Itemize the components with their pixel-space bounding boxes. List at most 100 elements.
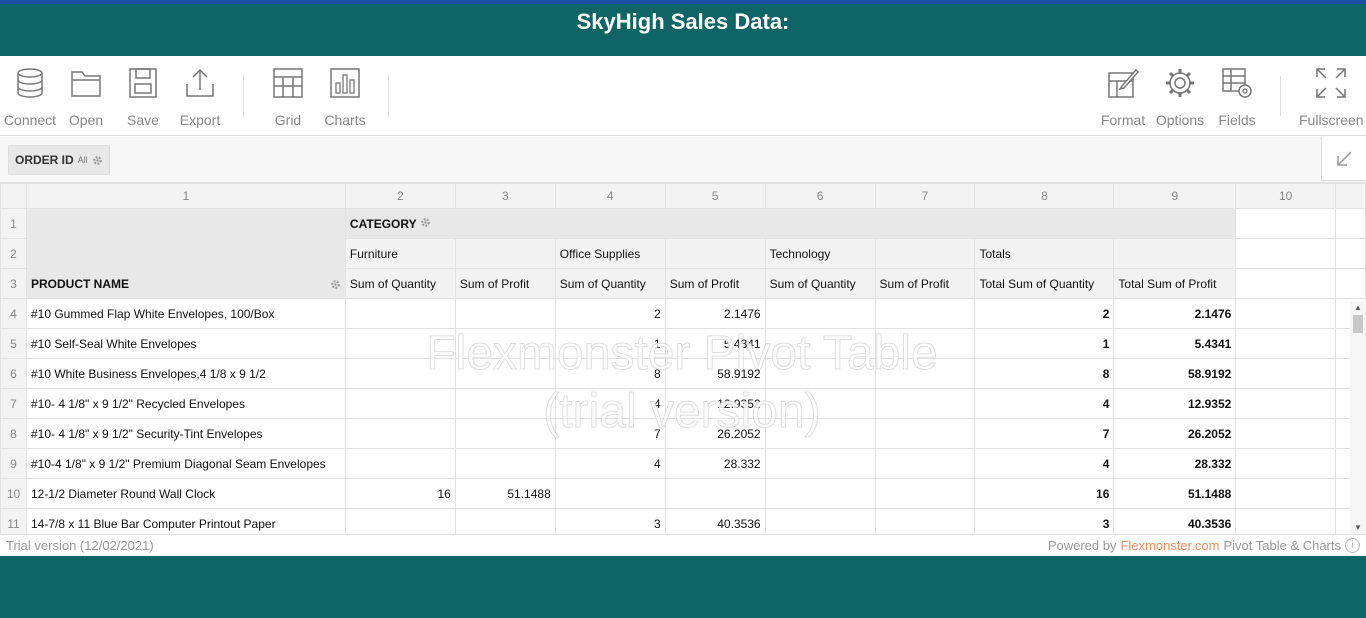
value-cell[interactable]: 16 [344, 478, 456, 509]
charts-button[interactable]: Charts [315, 66, 375, 128]
value-cell[interactable] [454, 298, 556, 329]
value-cell[interactable]: 28.332 [1113, 448, 1237, 479]
column-header[interactable]: 6 [764, 183, 876, 209]
value-cell[interactable]: 28.332 [664, 448, 766, 479]
value-cell[interactable] [344, 448, 456, 479]
value-cell[interactable] [454, 508, 556, 534]
value-cell[interactable] [344, 418, 456, 449]
column-header[interactable]: 10 [1235, 183, 1337, 209]
value-cell[interactable]: 58.9192 [664, 358, 766, 389]
info-icon[interactable]: i [1345, 538, 1360, 553]
value-cell[interactable] [344, 298, 456, 329]
grid-button[interactable]: Grid [258, 66, 318, 128]
value-cell[interactable] [764, 478, 876, 509]
flexmonster-link[interactable]: Flexmonster.com [1120, 538, 1219, 553]
scrollbar-thumb[interactable] [1353, 315, 1363, 333]
value-cell[interactable] [764, 508, 876, 534]
column-header[interactable]: 8 [974, 183, 1115, 209]
value-cell[interactable] [764, 298, 876, 329]
collapse-button[interactable] [1321, 137, 1366, 181]
value-cell[interactable]: 12.9352 [664, 388, 766, 419]
value-cell[interactable] [874, 328, 976, 359]
value-cell[interactable]: 3 [974, 508, 1115, 534]
column-header[interactable]: 7 [874, 183, 976, 209]
measure-header[interactable]: Sum of Quantity [764, 268, 876, 299]
value-cell[interactable] [874, 298, 976, 329]
value-cell[interactable] [664, 478, 766, 509]
column-header[interactable]: 3 [454, 183, 556, 209]
value-cell[interactable]: 2 [554, 298, 666, 329]
measure-header[interactable]: Sum of Profit [664, 268, 766, 299]
value-cell[interactable] [454, 328, 556, 359]
value-cell[interactable] [764, 448, 876, 479]
value-cell[interactable] [874, 418, 976, 449]
group-header-technology[interactable]: Technology [764, 238, 876, 269]
value-cell[interactable]: 4 [974, 448, 1115, 479]
value-cell[interactable] [344, 508, 456, 534]
product-name-header[interactable]: PRODUCT NAME [25, 208, 346, 299]
scroll-down-icon[interactable]: ▼ [1354, 523, 1362, 532]
measure-header[interactable]: Sum of Profit [874, 268, 976, 299]
value-cell[interactable]: 2 [974, 298, 1115, 329]
value-cell[interactable]: 26.2052 [1113, 418, 1237, 449]
column-header[interactable]: 2 [344, 183, 456, 209]
open-button[interactable]: Open [56, 66, 116, 128]
measure-header[interactable]: Sum of Quantity [344, 268, 456, 299]
value-cell[interactable]: 3 [554, 508, 666, 534]
measure-header[interactable]: Sum of Quantity [554, 268, 666, 299]
vertical-scrollbar[interactable]: ▲ ▼ [1350, 301, 1366, 534]
value-cell[interactable] [874, 508, 976, 534]
value-cell[interactable] [874, 478, 976, 509]
product-name-cell[interactable]: #10-4 1/8" x 9 1/2" Premium Diagonal Sea… [25, 448, 346, 479]
value-cell[interactable] [764, 328, 876, 359]
value-cell[interactable] [344, 388, 456, 419]
value-cell[interactable]: 2.1476 [664, 298, 766, 329]
measure-header[interactable]: Total Sum of Profit [1113, 268, 1237, 299]
order-id-filter[interactable]: ORDER ID All [8, 145, 110, 175]
column-header[interactable]: 5 [664, 183, 766, 209]
product-name-cell[interactable]: 14-7/8 x 11 Blue Bar Computer Printout P… [25, 508, 346, 534]
value-cell[interactable] [554, 478, 666, 509]
value-cell[interactable]: 16 [974, 478, 1115, 509]
value-cell[interactable]: 12.9352 [1113, 388, 1237, 419]
value-cell[interactable]: 4 [554, 388, 666, 419]
value-cell[interactable]: 51.1488 [454, 478, 556, 509]
value-cell[interactable] [874, 448, 976, 479]
value-cell[interactable]: 51.1488 [1113, 478, 1237, 509]
value-cell[interactable] [764, 418, 876, 449]
group-header-totals[interactable]: Totals [974, 238, 1115, 269]
column-header[interactable]: 1 [25, 183, 346, 209]
options-button[interactable]: Options [1150, 66, 1210, 128]
value-cell[interactable]: 5.4341 [1113, 328, 1237, 359]
value-cell[interactable]: 7 [974, 418, 1115, 449]
value-cell[interactable] [874, 388, 976, 419]
value-cell[interactable] [764, 358, 876, 389]
value-cell[interactable] [874, 358, 976, 389]
value-cell[interactable]: 4 [974, 388, 1115, 419]
measure-header[interactable]: Total Sum of Quantity [974, 268, 1115, 299]
value-cell[interactable]: 5.4341 [664, 328, 766, 359]
value-cell[interactable]: 4 [554, 448, 666, 479]
value-cell[interactable]: 26.2052 [664, 418, 766, 449]
save-button[interactable]: Save [113, 66, 173, 128]
product-name-cell[interactable]: #10 Self-Seal White Envelopes [25, 328, 346, 359]
category-header[interactable]: CATEGORY [344, 208, 1237, 239]
fields-button[interactable]: Fields [1207, 66, 1267, 128]
value-cell[interactable] [344, 328, 456, 359]
value-cell[interactable]: 58.9192 [1113, 358, 1237, 389]
value-cell[interactable]: 2.1476 [1113, 298, 1237, 329]
value-cell[interactable]: 40.3536 [664, 508, 766, 534]
value-cell[interactable]: 1 [974, 328, 1115, 359]
value-cell[interactable]: 8 [554, 358, 666, 389]
connect-button[interactable]: Connect [0, 66, 60, 128]
value-cell[interactable] [454, 448, 556, 479]
value-cell[interactable] [764, 388, 876, 419]
gear-icon[interactable] [92, 155, 103, 166]
product-name-cell[interactable]: #10 Gummed Flap White Envelopes, 100/Box [25, 298, 346, 329]
product-name-cell[interactable]: 12-1/2 Diameter Round Wall Clock [25, 478, 346, 509]
product-name-cell[interactable]: #10 White Business Envelopes,4 1/8 x 9 1… [25, 358, 346, 389]
value-cell[interactable]: 8 [974, 358, 1115, 389]
gear-icon[interactable] [420, 217, 431, 228]
product-name-cell[interactable]: #10- 4 1/8" x 9 1/2" Recycled Envelopes [25, 388, 346, 419]
value-cell[interactable] [344, 358, 456, 389]
